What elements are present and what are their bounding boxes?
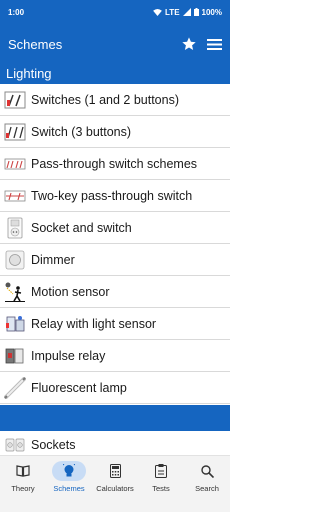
nav-theory[interactable]: Theory [0, 456, 46, 512]
list-item-two-key-pass-through[interactable]: Two-key pass-through switch [0, 180, 230, 212]
tests-icon [144, 461, 178, 481]
nav-label: Search [195, 484, 219, 493]
signal-icon [182, 8, 191, 16]
status-network: LTE [165, 7, 180, 17]
pass-through-icon [4, 185, 26, 207]
scheme-list: Switches (1 and 2 buttons) Switch (3 but… [0, 84, 230, 404]
nav-calculators[interactable]: Calculators [92, 456, 138, 512]
status-battery: 100% [201, 7, 222, 17]
socket-icon [4, 217, 26, 239]
nav-label: Schemes [53, 484, 85, 493]
list-item-label: Two-key pass-through switch [31, 188, 193, 203]
section-separator [0, 405, 230, 431]
list-item-label: Motion sensor [31, 284, 110, 299]
star-icon[interactable] [181, 36, 197, 52]
switch-scheme-icon [4, 89, 26, 111]
list-item-label: Pass-through switch schemes [31, 156, 198, 171]
nav-label: Calculators [96, 484, 134, 493]
list-item-label: Switch (3 buttons) [31, 124, 132, 139]
list-item-socket-and-switch[interactable]: Socket and switch [0, 212, 230, 244]
list-item-dimmer[interactable]: Dimmer [0, 244, 230, 276]
book-icon [6, 461, 40, 481]
list-item-label: Dimmer [31, 252, 75, 267]
list-item-switch-3[interactable]: Switch (3 buttons) [0, 116, 230, 148]
switch-scheme-icon [4, 121, 26, 143]
nav-search[interactable]: Search [184, 456, 230, 512]
impulse-relay-icon [4, 345, 26, 367]
sockets-icon [4, 434, 26, 456]
relay-icon [4, 313, 26, 335]
list-item-label: Impulse relay [31, 348, 106, 363]
bulb-icon [52, 461, 86, 481]
motion-sensor-icon [4, 281, 26, 303]
menu-icon[interactable] [207, 38, 222, 51]
list-item-motion-sensor[interactable]: Motion sensor [0, 276, 230, 308]
list-item-pass-through-schemes[interactable]: Pass-through switch schemes [0, 148, 230, 180]
bottom-navigation: Theory Schemes Calculators Tests Search [0, 455, 230, 512]
list-item-switches-1-2[interactable]: Switches (1 and 2 buttons) [0, 84, 230, 116]
nav-schemes[interactable]: Schemes [46, 456, 92, 512]
fluorescent-lamp-icon [4, 376, 26, 399]
wifi-icon [153, 8, 162, 16]
list-item-label: Switches (1 and 2 buttons) [31, 92, 179, 107]
list-item-fluorescent-lamp[interactable]: Fluorescent lamp [0, 372, 230, 404]
calculator-icon [98, 461, 132, 481]
nav-tests[interactable]: Tests [138, 456, 184, 512]
app-bar: Schemes [0, 24, 230, 64]
section-header-lighting: Lighting [0, 64, 230, 84]
list-item-label: Sockets [31, 438, 76, 452]
list-item-sockets[interactable]: Sockets [0, 433, 230, 457]
search-icon [190, 461, 224, 481]
battery-icon [193, 8, 199, 16]
list-item-impulse-relay[interactable]: Impulse relay [0, 340, 230, 372]
status-time: 1:00 [8, 7, 25, 17]
nav-label: Theory [11, 484, 35, 493]
pass-through-icon [4, 153, 26, 175]
page-title: Schemes [8, 36, 63, 52]
dimmer-icon [4, 249, 26, 271]
nav-label: Tests [152, 484, 170, 493]
list-item-label: Socket and switch [31, 220, 132, 235]
list-item-relay-light-sensor[interactable]: Relay with light sensor [0, 308, 230, 340]
list-item-label: Fluorescent lamp [31, 380, 127, 395]
status-bar: 1:00 LTE 100% [0, 0, 230, 24]
list-item-label: Relay with light sensor [31, 316, 157, 331]
